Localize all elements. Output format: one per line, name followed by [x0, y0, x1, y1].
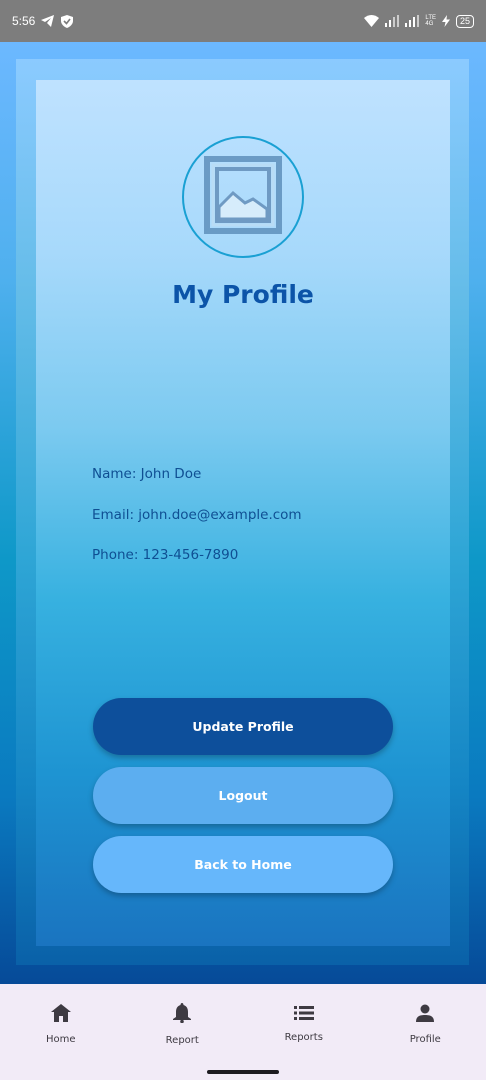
profile-card: My Profile Name: John Doe Email: john.do…: [36, 80, 450, 946]
gesture-area: [0, 1064, 486, 1080]
telegram-icon: [41, 15, 55, 27]
battery-icon: 25: [455, 14, 474, 28]
app-background: My Profile Name: John Doe Email: john.do…: [0, 42, 486, 984]
nav-item-reports[interactable]: Reports: [243, 984, 364, 1064]
nav-label-home: Home: [45, 1033, 76, 1045]
nav-label-report: Report: [165, 1034, 199, 1046]
wifi-icon: [364, 15, 380, 27]
page-title: My Profile: [172, 280, 314, 309]
status-right: LTE 4G 25: [364, 14, 474, 28]
battery-level: 25: [459, 16, 470, 26]
signal-icon-2: [405, 15, 420, 27]
bottom-navigation: Home Report Reports Profile: [0, 984, 486, 1064]
gesture-handle[interactable]: [207, 1070, 279, 1074]
image-placeholder-icon: [203, 155, 283, 239]
bell-icon: [173, 1002, 192, 1027]
signal-icon: [385, 15, 400, 27]
back-to-home-button[interactable]: Back to Home: [93, 836, 393, 893]
shield-icon: [61, 14, 74, 28]
person-icon: [416, 1004, 435, 1026]
profile-name: Name: John Doe: [92, 466, 202, 482]
nav-item-profile[interactable]: Profile: [365, 984, 486, 1064]
profile-avatar[interactable]: [182, 136, 304, 258]
profile-email: Email: john.doe@example.com: [92, 507, 302, 523]
nav-item-home[interactable]: Home: [0, 984, 121, 1064]
charging-icon: [441, 15, 450, 27]
nav-item-report[interactable]: Report: [122, 984, 243, 1064]
status-time: 5:56: [12, 14, 36, 28]
home-icon: [50, 1003, 71, 1026]
profile-phone: Phone: 123-456-7890: [92, 547, 239, 563]
update-profile-button[interactable]: Update Profile: [93, 698, 393, 755]
logout-button[interactable]: Logout: [93, 767, 393, 824]
status-left: 5:56: [12, 14, 74, 28]
network-label-bottom: 4G: [425, 21, 434, 27]
network-type: LTE 4G: [425, 15, 436, 27]
nav-label-profile: Profile: [409, 1033, 441, 1045]
nav-label-reports: Reports: [284, 1032, 323, 1043]
status-bar: 5:56 LTE 4G 25: [0, 0, 486, 42]
list-icon: [293, 1005, 314, 1024]
